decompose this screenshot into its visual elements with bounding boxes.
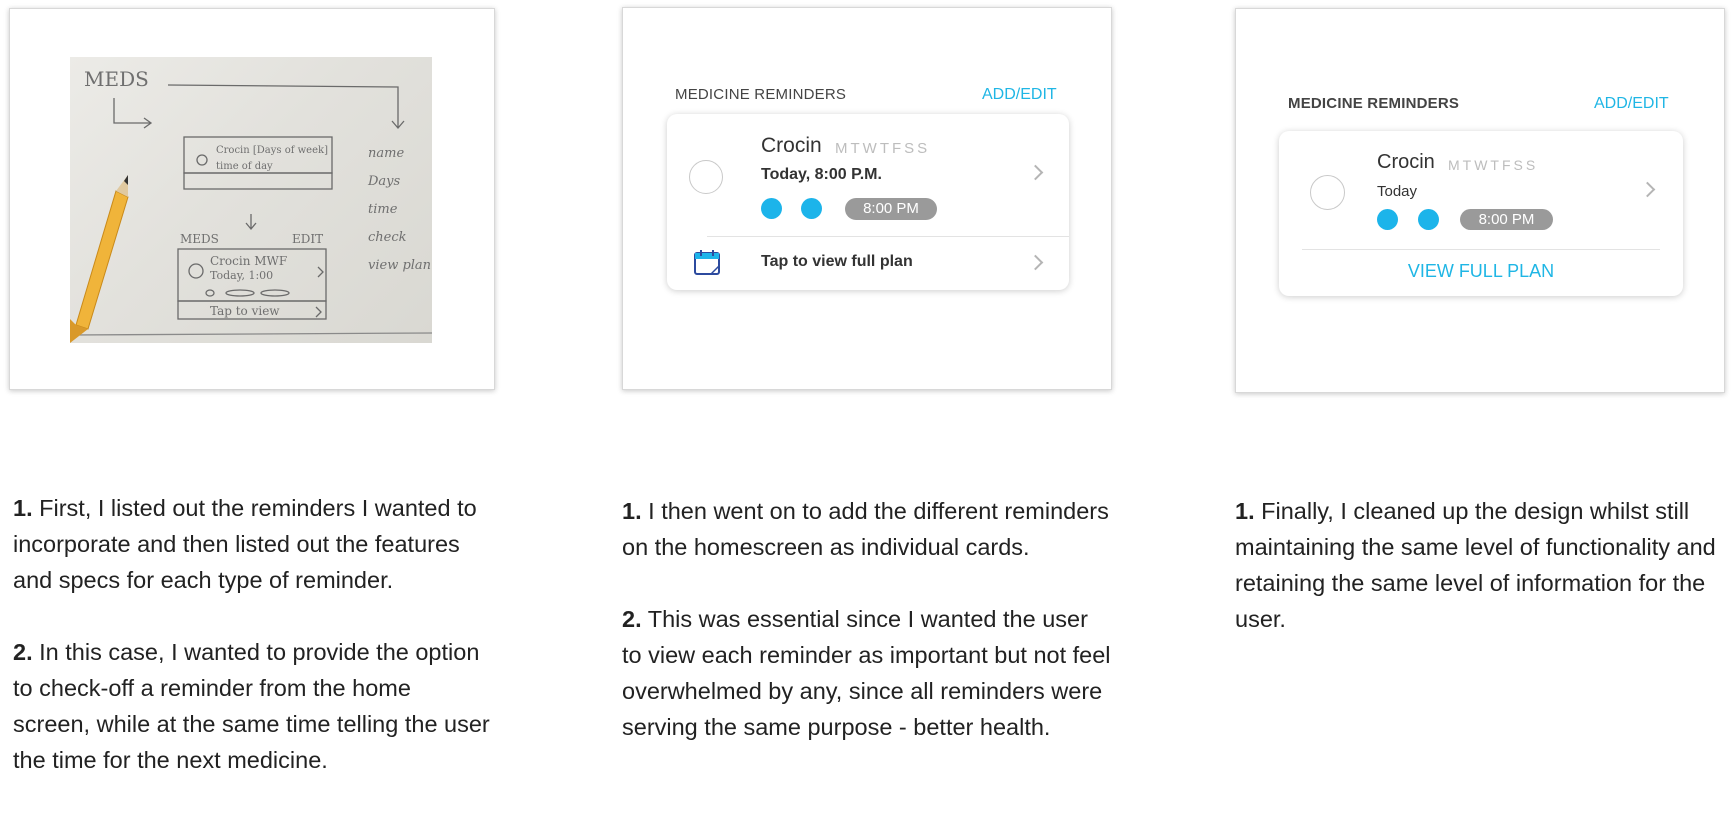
description-paragraph: 1. I then went on to add the different r… bbox=[622, 493, 1112, 565]
reminder-time-subtitle: Today, 8:00 P.M. bbox=[761, 166, 882, 183]
step-text: First, I listed out the reminders I want… bbox=[13, 495, 477, 593]
step-number: 1. bbox=[622, 498, 642, 524]
days-of-week: MTWTFSS bbox=[1448, 157, 1539, 173]
dose-dot-icon bbox=[1377, 209, 1398, 230]
card-design-v2-panel: MEDICINE REMINDERS ADD/EDIT Crocin MTWTF… bbox=[1235, 8, 1725, 393]
card-divider bbox=[1302, 249, 1660, 250]
sketch-card-text-1: Crocin [Days of week] bbox=[216, 145, 328, 156]
medicine-name: Crocin bbox=[1377, 151, 1435, 173]
days-of-week: MTWTFSS bbox=[835, 140, 931, 157]
step-number: 2. bbox=[13, 639, 33, 665]
reminder-card[interactable]: Crocin MTWTFSS Today 8:00 PM VIEW FULL P… bbox=[1279, 131, 1683, 296]
sketch-spec-item: Days bbox=[367, 174, 401, 189]
check-off-circle-icon[interactable] bbox=[689, 160, 723, 194]
time-pill: 8:00 PM bbox=[1460, 209, 1553, 230]
calendar-icon bbox=[694, 250, 720, 275]
pencil-icon bbox=[75, 190, 129, 330]
chevron-right-icon[interactable] bbox=[1027, 254, 1044, 271]
step-number: 1. bbox=[1235, 498, 1255, 524]
dose-dot-icon bbox=[801, 198, 822, 219]
sketch-spec-list: name Days time check view plan bbox=[367, 146, 431, 273]
section-header: MEDICINE REMINDERS bbox=[1288, 95, 1460, 112]
view-full-plan-link[interactable]: VIEW FULL PLAN bbox=[1279, 261, 1683, 282]
sketch-card2-text-1: Crocin MWF bbox=[210, 254, 287, 268]
sketch-mid-label-right: EDIT bbox=[292, 232, 323, 246]
step-text: This was essential since I wanted the us… bbox=[622, 606, 1111, 740]
sketch-panel: MEDS Crocin [Days of week] time of day M… bbox=[9, 8, 495, 390]
step-text: In this case, I wanted to provide the op… bbox=[13, 639, 490, 773]
sketch-card2-text-2: Today, 1:00 bbox=[210, 269, 273, 282]
add-edit-link[interactable]: ADD/EDIT bbox=[1594, 95, 1669, 113]
sketch-spec-item: check bbox=[368, 230, 407, 245]
sketch-spec-item: time bbox=[368, 202, 398, 217]
step-number: 2. bbox=[622, 606, 642, 632]
dose-dot-icon bbox=[761, 198, 782, 219]
description-column-3: 1. Finally, I cleaned up the design whil… bbox=[1235, 493, 1725, 673]
sketch-photo: MEDS Crocin [Days of week] time of day M… bbox=[70, 57, 432, 343]
step-text: Finally, I cleaned up the design whilst … bbox=[1235, 498, 1716, 632]
card-divider bbox=[707, 236, 1069, 237]
sketch-drawing: MEDS Crocin [Days of week] time of day M… bbox=[70, 67, 432, 343]
step-text: I then went on to add the different remi… bbox=[622, 498, 1109, 560]
step-number: 1. bbox=[13, 495, 33, 521]
card-design-v1-panel: MEDICINE REMINDERS ADD/EDIT Crocin MTWTF… bbox=[622, 7, 1112, 390]
sketch-spec-item: name bbox=[368, 146, 404, 161]
medicine-name: Crocin bbox=[761, 134, 822, 157]
description-paragraph: 1. Finally, I cleaned up the design whil… bbox=[1235, 493, 1725, 637]
description-column-2: 1. I then went on to add the different r… bbox=[622, 493, 1112, 781]
sketch-card-text-2: time of day bbox=[216, 161, 273, 172]
description-column-1: 1. First, I listed out the reminders I w… bbox=[13, 490, 493, 814]
view-full-plan-link[interactable]: Tap to view full plan bbox=[761, 253, 913, 271]
sketch-top-label: MEDS bbox=[84, 67, 149, 91]
chevron-right-icon[interactable] bbox=[1639, 181, 1656, 198]
chevron-right-icon[interactable] bbox=[1027, 164, 1044, 181]
time-pill: 8:00 PM bbox=[845, 198, 937, 220]
section-header: MEDICINE REMINDERS bbox=[675, 86, 847, 103]
sketch-spec-item: view plan bbox=[368, 258, 431, 273]
dose-dot-icon bbox=[1418, 209, 1439, 230]
description-paragraph: 2. This was essential since I wanted the… bbox=[622, 601, 1112, 745]
add-edit-link[interactable]: ADD/EDIT bbox=[982, 86, 1057, 104]
description-paragraph: 1. First, I listed out the reminders I w… bbox=[13, 490, 493, 598]
reminder-time-subtitle: Today bbox=[1377, 183, 1418, 200]
sketch-card2-footer: Tap to view bbox=[210, 304, 280, 318]
check-off-circle-icon[interactable] bbox=[1310, 175, 1345, 210]
sketch-mid-label-left: MEDS bbox=[180, 232, 219, 246]
description-paragraph: 2. In this case, I wanted to provide the… bbox=[13, 634, 493, 778]
reminder-card[interactable]: Crocin MTWTFSS Today, 8:00 P.M. 8:00 PM … bbox=[667, 114, 1069, 290]
